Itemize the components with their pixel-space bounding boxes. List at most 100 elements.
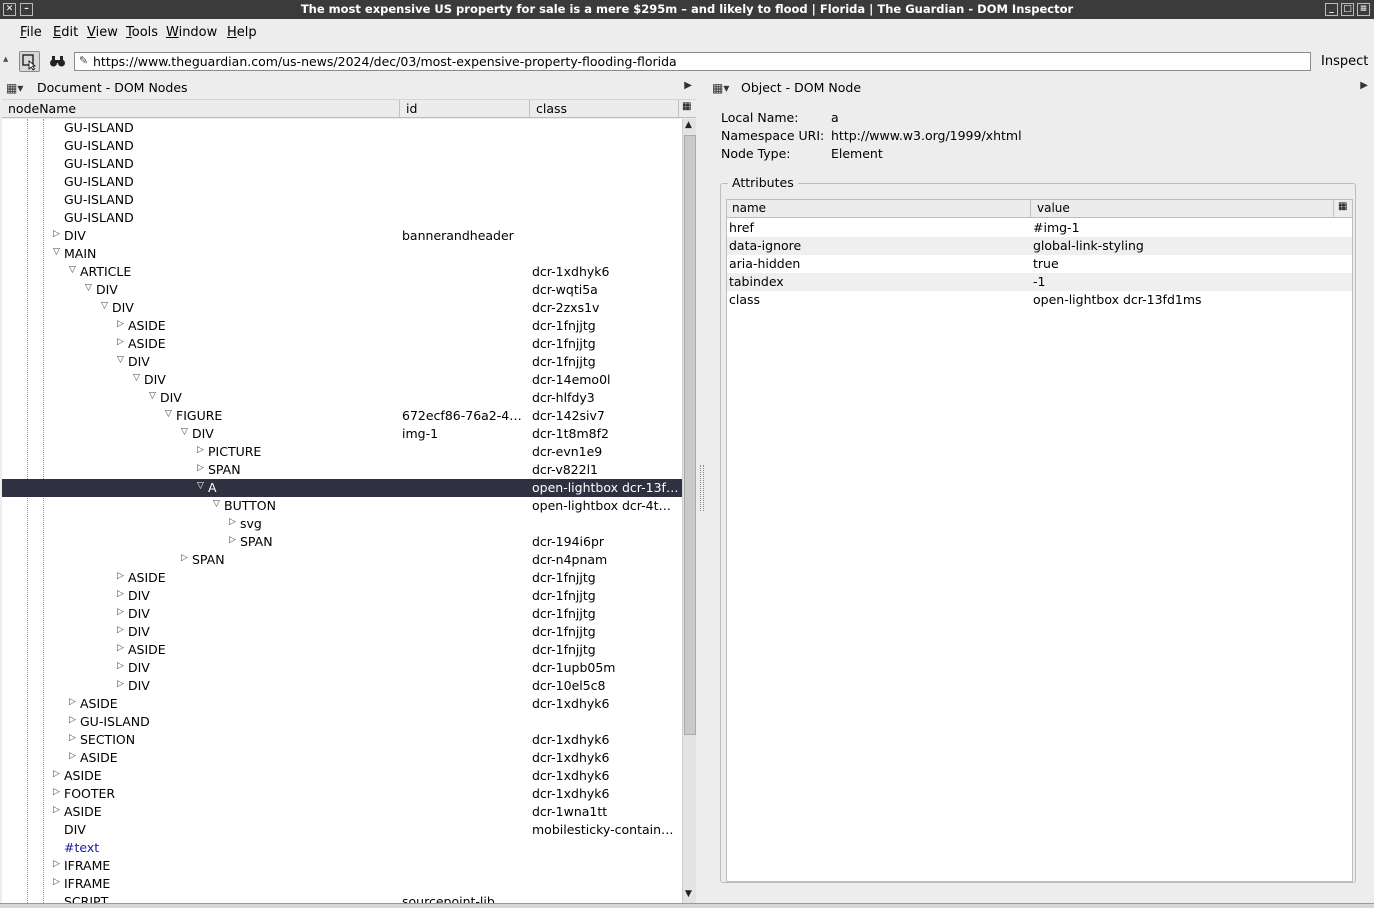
column-picker-icon[interactable]: ▦ xyxy=(1338,201,1347,212)
twisty-open-icon[interactable]: ▽ xyxy=(197,481,204,491)
toolbar-grip-icon[interactable]: ▲ xyxy=(3,55,9,63)
twisty-open-icon[interactable]: ▽ xyxy=(149,391,156,401)
tree-row[interactable]: ▷ DIV dcr-10el5c8 xyxy=(2,677,682,695)
tree-row[interactable]: ▷ SPAN dcr-194i6pr xyxy=(2,533,682,551)
tree-row[interactable]: SCRIPT sourcepoint-lib xyxy=(2,893,682,903)
class-column-header[interactable]: class xyxy=(536,101,567,116)
tree-row[interactable]: ▽ DIV dcr-14emo0l xyxy=(2,371,682,389)
tree-row[interactable]: GU-ISLAND xyxy=(2,209,682,227)
twisty-open-icon[interactable]: ▽ xyxy=(101,301,108,311)
inspect-element-button[interactable] xyxy=(19,51,40,72)
tree-row[interactable]: ▷ svg xyxy=(2,515,682,533)
tree-row[interactable]: ▷ DIV dcr-1fnjjtg xyxy=(2,587,682,605)
minimize-icon[interactable]: _ xyxy=(1325,3,1338,16)
dom-tree[interactable]: GU-ISLAND GU-ISLAND GU-ISLAND GU-ISLAND GU-I… xyxy=(2,119,682,903)
tree-row[interactable]: ▷ ASIDE dcr-1fnjjtg xyxy=(2,317,682,335)
twisty-closed-icon[interactable]: ▷ xyxy=(53,787,60,797)
attributes-table[interactable]: name value ▦ href #img-1 data-ignore global… xyxy=(726,199,1353,882)
twisty-closed-icon[interactable]: ▷ xyxy=(117,337,124,347)
panel-splitter[interactable] xyxy=(698,77,706,903)
twisty-open-icon[interactable]: ▽ xyxy=(213,499,220,509)
tree-row[interactable]: ▽ ARTICLE dcr-1xdhyk6 xyxy=(2,263,682,281)
attr-name-column-header[interactable]: name xyxy=(732,201,766,215)
tree-row[interactable]: ▷ SECTION dcr-1xdhyk6 xyxy=(2,731,682,749)
tree-row[interactable]: DIV mobilesticky-container… xyxy=(2,821,682,839)
panel-collapse-icon[interactable]: ▶ xyxy=(1360,80,1368,91)
tree-row[interactable]: ▷ DIV dcr-1upb05m xyxy=(2,659,682,677)
tree-row[interactable]: ▽ MAIN xyxy=(2,245,682,263)
column-picker-icon[interactable]: ▦ xyxy=(682,101,691,112)
scrollbar-thumb[interactable] xyxy=(684,135,696,735)
tree-row[interactable]: ▷ DIV dcr-1fnjjtg xyxy=(2,605,682,623)
attribute-row[interactable]: tabindex -1 xyxy=(727,273,1352,291)
tree-row-selected[interactable]: ▽ Aopen-lightbox dcr-13f… xyxy=(2,479,682,497)
tree-row[interactable]: GU-ISLAND xyxy=(2,137,682,155)
tree-row[interactable]: ▷ FOOTER dcr-1xdhyk6 xyxy=(2,785,682,803)
attribute-row[interactable]: href #img-1 xyxy=(727,219,1352,237)
twisty-closed-icon[interactable]: ▷ xyxy=(69,751,76,761)
menu-edit[interactable]: Edit xyxy=(53,25,78,40)
tree-row[interactable]: ▷ ASIDE dcr-1fnjjtg xyxy=(2,641,682,659)
tree-row[interactable]: ▷ ASIDE dcr-1xdhyk6 xyxy=(2,749,682,767)
menu-file[interactable]: File xyxy=(20,25,42,40)
tree-row[interactable]: ▷ ASIDE dcr-1fnjjtg xyxy=(2,335,682,353)
url-input[interactable]: ✎ https://www.theguardian.com/us-news/20… xyxy=(74,52,1311,71)
tree-row[interactable]: ▷ IFRAME xyxy=(2,875,682,893)
tree-row[interactable]: ▽ BUTTON open-lightbox dcr-4tm… xyxy=(2,497,682,515)
twisty-closed-icon[interactable]: ▷ xyxy=(197,463,204,473)
tree-row[interactable]: ▷ DIV dcr-1fnjjtg xyxy=(2,623,682,641)
twisty-closed-icon[interactable]: ▷ xyxy=(53,769,60,779)
find-nodes-button[interactable] xyxy=(47,51,68,72)
tree-row[interactable]: GU-ISLAND xyxy=(2,173,682,191)
scroll-up-icon[interactable]: ▲ xyxy=(685,120,692,130)
tree-row[interactable]: ▷ IFRAME xyxy=(2,857,682,875)
panel-menu-icon[interactable]: ▦▾ xyxy=(6,81,23,95)
shade-icon[interactable]: ≡ xyxy=(1357,3,1370,16)
twisty-closed-icon[interactable]: ▷ xyxy=(197,445,204,455)
twisty-closed-icon[interactable]: ▷ xyxy=(53,805,60,815)
tree-row[interactable]: ▷ ASIDE dcr-1wna1tt xyxy=(2,803,682,821)
twisty-open-icon[interactable]: ▽ xyxy=(69,265,76,275)
attr-value-column-header[interactable]: value xyxy=(1037,201,1070,215)
attribute-row[interactable]: class open-lightbox dcr-13fd1ms xyxy=(727,291,1352,309)
twisty-open-icon[interactable]: ▽ xyxy=(117,355,124,365)
tree-row[interactable]: #text xyxy=(2,839,682,857)
menu-help[interactable]: Help xyxy=(227,25,257,40)
id-column-header[interactable]: id xyxy=(406,101,417,116)
nodename-column-header[interactable]: nodeName xyxy=(8,101,76,116)
tree-row[interactable]: ▷ SPAN dcr-v822l1 xyxy=(2,461,682,479)
twisty-closed-icon[interactable]: ▷ xyxy=(117,607,124,617)
twisty-closed-icon[interactable]: ▷ xyxy=(229,535,236,545)
twisty-closed-icon[interactable]: ▷ xyxy=(117,679,124,689)
twisty-open-icon[interactable]: ▽ xyxy=(181,427,188,437)
tree-row[interactable]: ▷ ASIDE dcr-1xdhyk6 xyxy=(2,695,682,713)
twisty-open-icon[interactable]: ▽ xyxy=(53,247,60,257)
twisty-closed-icon[interactable]: ▷ xyxy=(53,877,60,887)
tree-row[interactable]: ▽ DIV img-1 dcr-1t8m8f2 xyxy=(2,425,682,443)
tree-row[interactable]: ▷ GU-ISLAND xyxy=(2,713,682,731)
splitter-grip[interactable] xyxy=(700,465,704,511)
twisty-closed-icon[interactable]: ▷ xyxy=(69,733,76,743)
twisty-closed-icon[interactable]: ▷ xyxy=(181,553,188,563)
tree-row[interactable]: ▷ DIV bannerandheader xyxy=(2,227,682,245)
tree-row[interactable]: GU-ISLAND xyxy=(2,155,682,173)
menu-view[interactable]: View xyxy=(87,25,118,40)
tree-row[interactable]: ▷ ASIDE dcr-1xdhyk6 xyxy=(2,767,682,785)
twisty-open-icon[interactable]: ▽ xyxy=(165,409,172,419)
inspect-button[interactable]: Inspect xyxy=(1321,54,1368,69)
tree-row[interactable]: ▽ DIV dcr-2zxs1v xyxy=(2,299,682,317)
twisty-closed-icon[interactable]: ▷ xyxy=(53,859,60,869)
menu-tools[interactable]: Tools xyxy=(126,25,158,40)
twisty-closed-icon[interactable]: ▷ xyxy=(229,517,236,527)
twisty-closed-icon[interactable]: ▷ xyxy=(53,229,60,239)
attribute-row[interactable]: data-ignore global-link-styling xyxy=(727,237,1352,255)
tree-row[interactable]: GU-ISLAND xyxy=(2,191,682,209)
attribute-row[interactable]: aria-hidden true xyxy=(727,255,1352,273)
maximize-icon[interactable]: □ xyxy=(1341,3,1354,16)
tree-scrollbar[interactable]: ▲ ▼ xyxy=(682,119,696,903)
panel-menu-icon[interactable]: ▦▾ xyxy=(712,81,729,95)
tree-row[interactable]: ▷ SPAN dcr-n4pnam xyxy=(2,551,682,569)
panel-collapse-icon[interactable]: ▶ xyxy=(684,80,692,91)
tree-row[interactable]: ▷ ASIDE dcr-1fnjjtg xyxy=(2,569,682,587)
tree-row[interactable]: GU-ISLAND xyxy=(2,119,682,137)
